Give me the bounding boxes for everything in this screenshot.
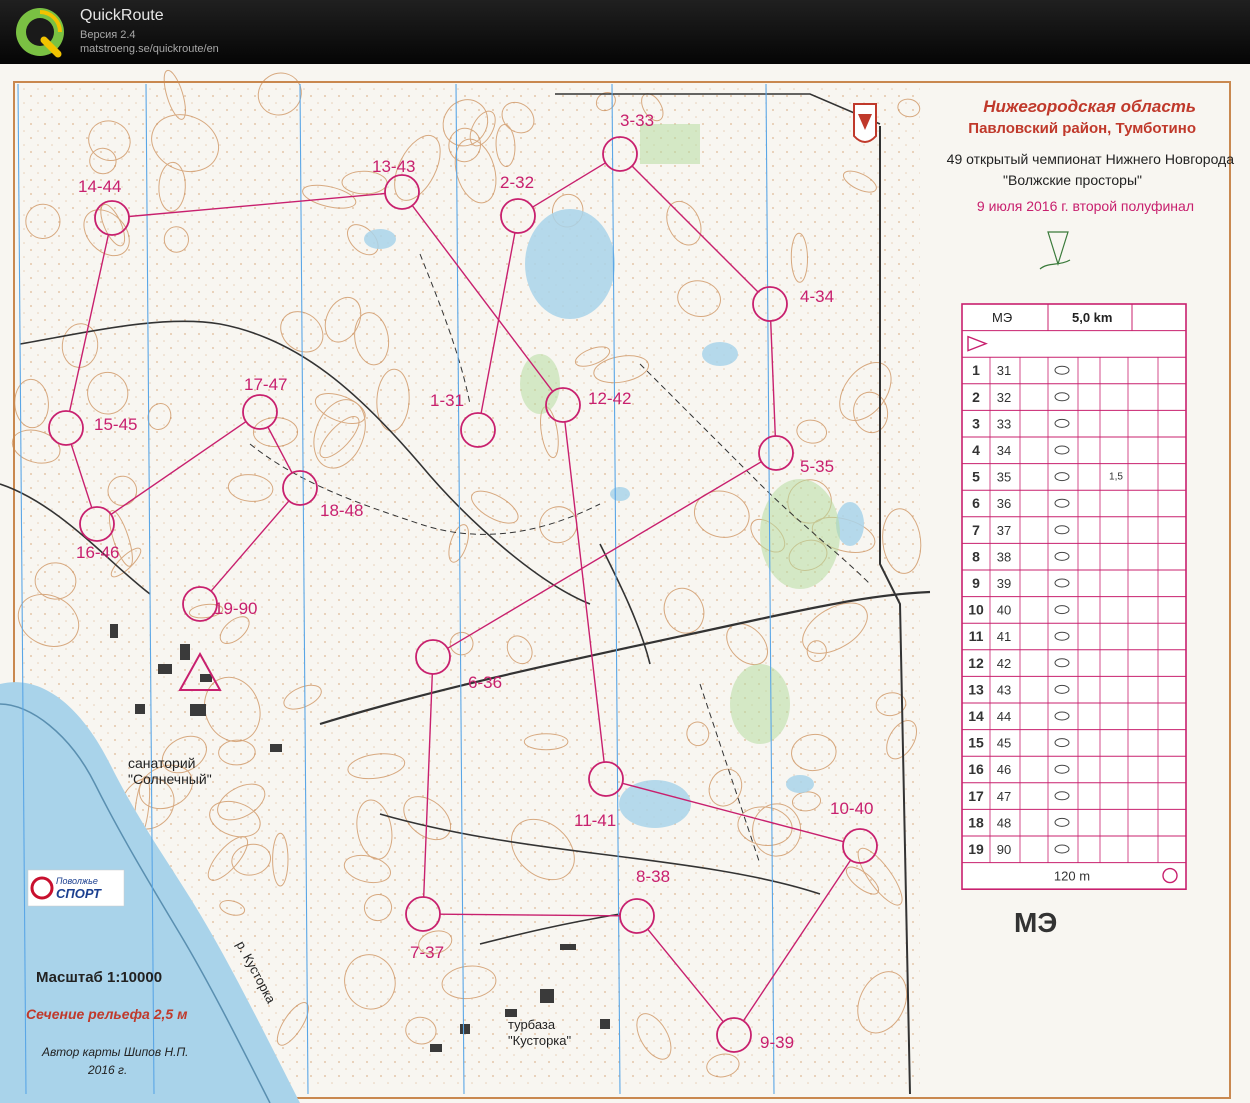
sanatorium-label: санаторий <box>128 755 195 771</box>
sheet-row-code: 35 <box>997 470 1011 485</box>
control-label: 15-45 <box>94 415 137 434</box>
coat-of-arms-icon <box>853 103 877 143</box>
map-viewport[interactable]: 3-33 2-32 13-43 14-44 4-34 15-45 17-47 18-48 16-… <box>0 64 1250 1103</box>
orienteering-map: 3-332-3213-4314-444-3415-4517-4718-4816-… <box>0 64 1250 1103</box>
map-year: 2016 г. <box>87 1063 127 1077</box>
sheet-row-number: 7 <box>972 522 980 538</box>
sheet-row-number: 19 <box>968 841 984 857</box>
sheet-row-number: 6 <box>972 495 980 511</box>
app-url[interactable]: matstroeng.se/quickroute/en <box>80 43 219 55</box>
control-label: 4-34 <box>800 287 834 306</box>
sheet-row-code: 47 <box>997 789 1011 804</box>
control-label: 19-90 <box>214 599 257 618</box>
sheet-row-code: 44 <box>997 709 1011 724</box>
app-name: QuickRoute <box>80 7 164 24</box>
control-label: 8-38 <box>636 867 670 886</box>
control-label: 13-43 <box>372 157 415 176</box>
sheet-row-code: 39 <box>997 576 1011 591</box>
sheet-row-number: 1 <box>972 362 980 378</box>
map-region: Нижегородская область <box>983 97 1196 116</box>
quickroute-logo-icon <box>16 8 64 58</box>
sheet-row-number: 10 <box>968 602 984 618</box>
sheet-row-number: 2 <box>972 389 980 405</box>
sheet-row-code: 32 <box>997 390 1011 405</box>
sheet-row-number: 4 <box>972 442 980 458</box>
sheet-row-number: 13 <box>968 681 984 697</box>
map-author: Автор карты Шипов Н.П. <box>41 1045 188 1059</box>
sheet-row-number: 5 <box>972 469 980 485</box>
sheet-row-code: 36 <box>997 496 1011 511</box>
sheet-row-code: 41 <box>997 629 1011 644</box>
sanatorium-name: "Солнечный" <box>128 771 212 787</box>
event-title: 49 открытый чемпионат Нижнего Новгорода <box>947 151 1235 167</box>
base-label: турбаза <box>508 1017 556 1032</box>
sheet-row-number: 18 <box>968 814 984 830</box>
control-label: 16-46 <box>76 543 119 562</box>
app-version: Версия 2.4 <box>80 29 136 41</box>
sheet-row-code: 42 <box>997 656 1011 671</box>
sheet-row-number: 12 <box>968 655 984 671</box>
control-label: 14-44 <box>78 177 121 196</box>
control-label: 11-41 <box>574 811 616 830</box>
sheet-row-code: 40 <box>997 603 1011 618</box>
control-label: 12-42 <box>588 389 631 408</box>
finish-distance: 120 m <box>1054 869 1090 884</box>
sheet-row-code: 34 <box>997 443 1011 458</box>
control-label: 6-36 <box>468 673 502 692</box>
control-label: 1-31 <box>430 391 464 410</box>
sheet-row-number: 11 <box>969 628 984 644</box>
sheet-row-size: 1,5 <box>1109 472 1123 483</box>
sheet-row-number: 9 <box>972 575 980 591</box>
sheet-row-code: 38 <box>997 549 1011 564</box>
sheet-row-number: 14 <box>968 708 984 724</box>
sheet-class: МЭ <box>992 310 1012 325</box>
sheet-row-number: 16 <box>968 761 984 777</box>
sheet-row-code: 43 <box>997 682 1011 697</box>
control-label: 5-35 <box>800 457 834 476</box>
class-large-label: МЭ <box>1014 907 1057 938</box>
base-name: "Кусторка" <box>508 1033 572 1048</box>
sheet-row-number: 8 <box>972 548 980 564</box>
sheet-row-code: 31 <box>997 363 1011 378</box>
sheet-row-number: 3 <box>972 415 980 431</box>
map-district: Павловский район, Тумботино <box>968 120 1196 137</box>
control-label: 3-33 <box>620 111 654 130</box>
control-label: 10-40 <box>830 799 873 818</box>
control-description-sheet: МЭ 5,0 km1 312 323 334 345 35 1,56 367 378 389 3910… <box>961 303 1187 891</box>
control-label: 7-37 <box>410 943 444 962</box>
sheet-row-code: 33 <box>997 416 1011 431</box>
sheet-row-code: 37 <box>997 523 1011 538</box>
event-name: "Волжские просторы" <box>1003 172 1142 188</box>
control-label: 9-39 <box>760 1033 794 1052</box>
sheet-length: 5,0 km <box>1072 310 1112 325</box>
event-date: 9 июля 2016 г. второй полуфинал <box>977 198 1194 214</box>
map-scale: Масштаб 1:10000 <box>36 969 162 986</box>
sheet-row-number: 17 <box>968 788 984 804</box>
sponsor-name-top: Поволжье <box>56 876 98 886</box>
control-label: 2-32 <box>500 173 534 192</box>
sheet-row-code: 90 <box>997 842 1011 857</box>
sheet-row-number: 15 <box>968 735 984 751</box>
control-label: 17-47 <box>244 375 287 394</box>
control-label: 18-48 <box>320 501 363 520</box>
sponsor-logo: Поволжье СПОРТ <box>27 869 125 907</box>
sheet-row-code: 46 <box>997 762 1011 777</box>
sponsor-name-bottom: СПОРТ <box>56 886 102 901</box>
title-bar: QuickRoute Версия 2.4 matstroeng.se/quic… <box>0 0 1250 64</box>
sheet-row-code: 45 <box>997 736 1011 751</box>
contour-interval: Сечение рельефа 2,5 м <box>26 1006 188 1022</box>
sheet-row-code: 48 <box>997 815 1011 830</box>
